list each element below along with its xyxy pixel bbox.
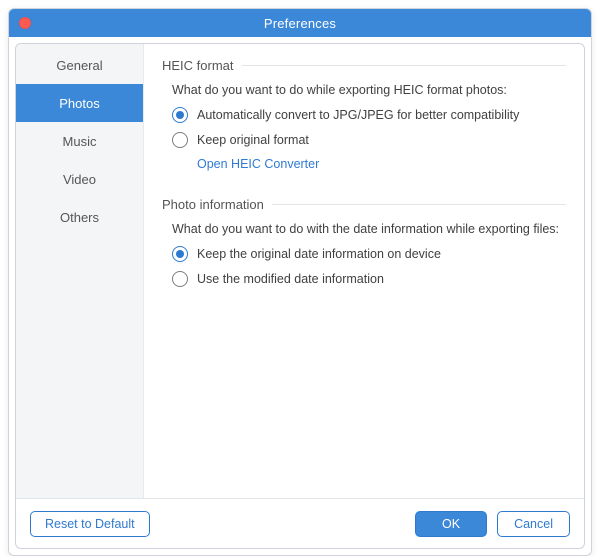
divider [272,204,566,205]
section-title-heic: HEIC format [162,58,566,73]
section-label: Photo information [162,197,264,212]
tab-label: Others [60,210,99,225]
photoinfo-question: What do you want to do with the date inf… [172,222,566,236]
window-title: Preferences [9,16,591,31]
tab-label: Video [63,172,96,187]
radio-icon [172,107,188,123]
window-body: General Photos Music Video Others HEIC f… [15,43,585,549]
divider [242,65,566,66]
photoinfo-option-keep-original[interactable]: Keep the original date information on de… [172,246,566,262]
preferences-window: Preferences General Photos Music Video O… [8,8,592,556]
radio-icon [172,132,188,148]
heic-option-keep-original[interactable]: Keep original format [172,132,566,148]
radio-label: Use the modified date information [197,272,384,286]
heic-question: What do you want to do while exporting H… [172,83,566,97]
radio-icon [172,246,188,262]
photoinfo-option-use-modified[interactable]: Use the modified date information [172,271,566,287]
tab-general[interactable]: General [16,46,143,84]
radio-icon [172,271,188,287]
tab-label: Photos [59,96,99,111]
cancel-button[interactable]: Cancel [497,511,570,537]
main-area: General Photos Music Video Others HEIC f… [16,44,584,498]
section-label: HEIC format [162,58,234,73]
tab-label: General [56,58,102,73]
reset-to-default-button[interactable]: Reset to Default [30,511,150,537]
tab-photos[interactable]: Photos [16,84,143,122]
heic-option-auto-convert[interactable]: Automatically convert to JPG/JPEG for be… [172,107,566,123]
footer: Reset to Default OK Cancel [16,498,584,548]
heic-link-row: Open HEIC Converter [197,157,566,171]
content-panel: HEIC format What do you want to do while… [144,44,584,498]
titlebar: Preferences [9,9,591,37]
tab-video[interactable]: Video [16,160,143,198]
section-title-photo-info: Photo information [162,197,566,212]
radio-label: Keep original format [197,133,309,147]
tab-music[interactable]: Music [16,122,143,160]
sidebar: General Photos Music Video Others [16,44,144,498]
ok-button[interactable]: OK [415,511,487,537]
open-heic-converter-link[interactable]: Open HEIC Converter [197,157,319,171]
radio-label: Automatically convert to JPG/JPEG for be… [197,108,519,122]
tab-others[interactable]: Others [16,198,143,236]
radio-label: Keep the original date information on de… [197,247,441,261]
tab-label: Music [63,134,97,149]
